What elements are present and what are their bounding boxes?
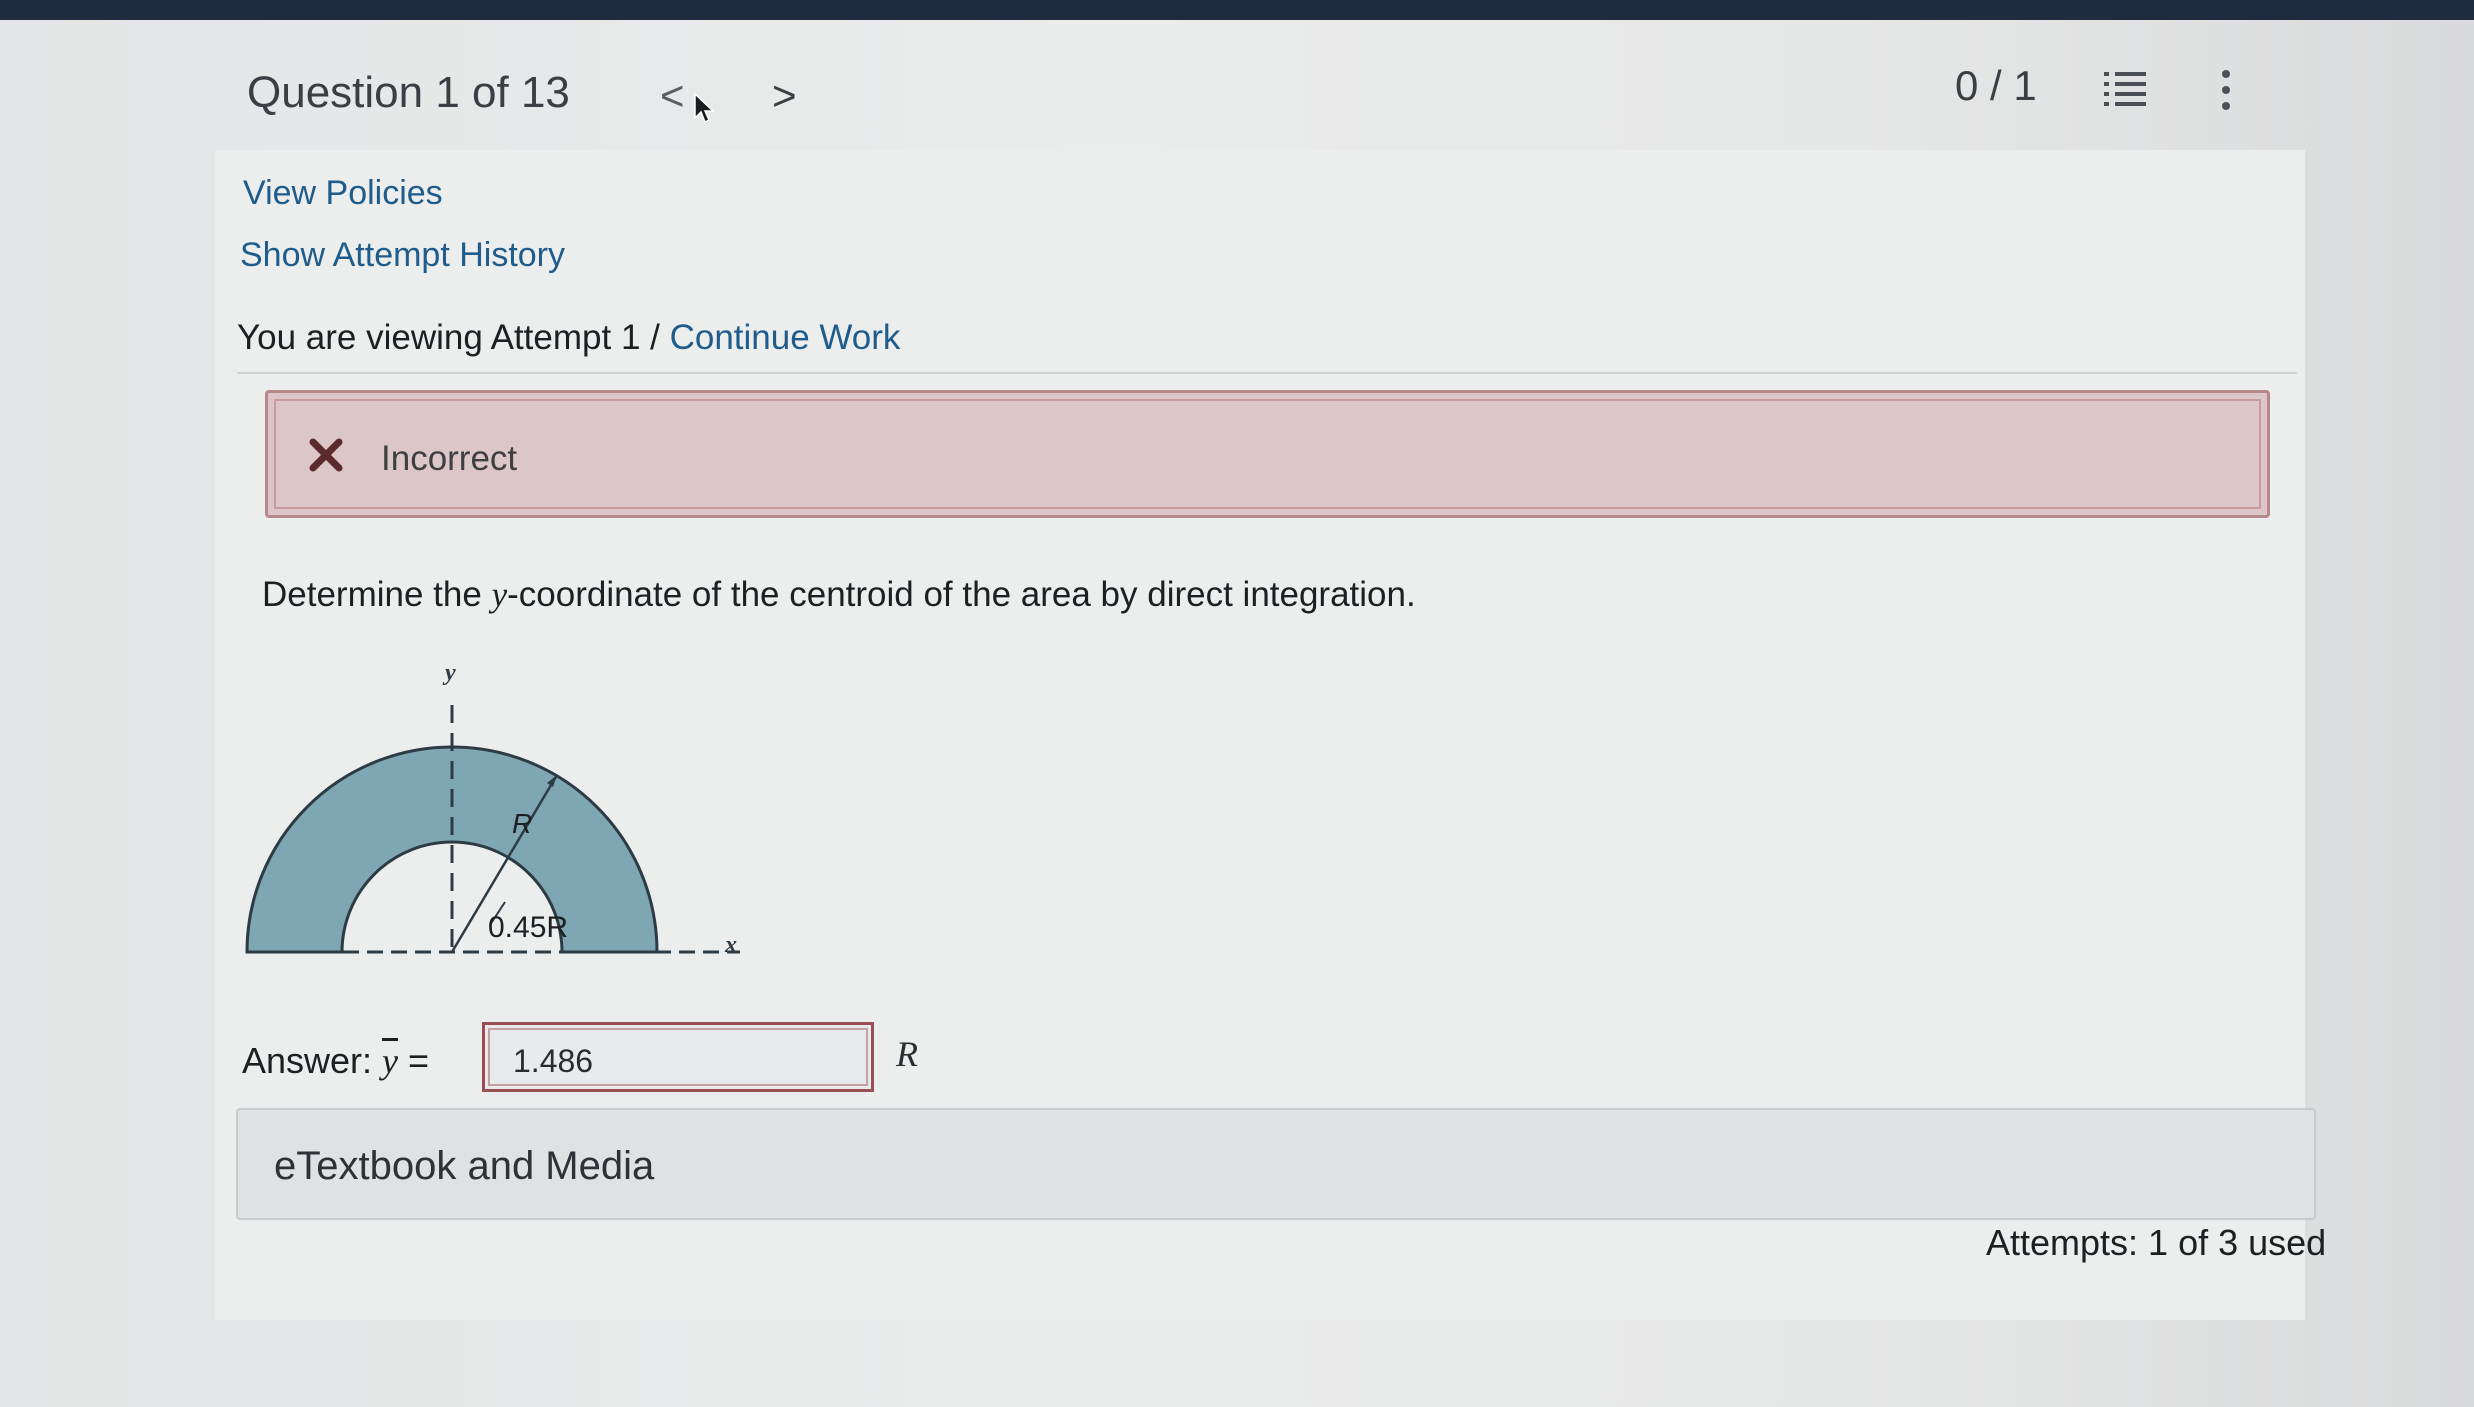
- y-axis-label: y: [442, 660, 456, 686]
- alert-status-text: Incorrect: [381, 439, 518, 478]
- question-suffix: -coordinate of the centroid of the area …: [507, 575, 1416, 614]
- x-axis-label: x: [724, 932, 737, 958]
- etextbook-media-button[interactable]: eTextbook and Media: [236, 1108, 2316, 1220]
- score-display: 0 / 1: [1955, 62, 2037, 109]
- mouse-cursor-icon: [694, 92, 715, 124]
- answer-equals: =: [398, 1040, 430, 1081]
- question-text: Determine the y-coordinate of the centro…: [262, 575, 1416, 615]
- inner-radius-label: 0.45R: [488, 911, 568, 944]
- y-bar-symbol: y: [382, 1041, 399, 1081]
- next-question-button[interactable]: >: [772, 72, 797, 120]
- outer-radius-label: R: [512, 808, 532, 839]
- view-policies-link[interactable]: View Policies: [243, 174, 443, 213]
- answer-label-prefix: Answer:: [242, 1040, 383, 1081]
- attempt-viewing-text: You are viewing Attempt 1 /: [237, 318, 670, 357]
- show-attempt-history-link[interactable]: Show Attempt History: [240, 236, 565, 275]
- divider: [237, 372, 2297, 374]
- more-options-icon[interactable]: [2216, 68, 2236, 112]
- question-counter: Question 1 of 13: [247, 68, 570, 117]
- answer-value: 1.486: [513, 1043, 594, 1079]
- question-variable: y: [491, 575, 508, 614]
- answer-unit: R: [896, 1034, 918, 1074]
- previous-question-button[interactable]: <: [660, 72, 685, 120]
- continue-work-link[interactable]: Continue Work: [670, 318, 901, 357]
- incorrect-x-icon: [309, 438, 343, 472]
- answer-label: Answer: y =: [242, 1040, 429, 1082]
- question-prefix: Determine the: [262, 575, 492, 614]
- attempt-status: You are viewing Attempt 1 / Continue Wor…: [237, 318, 900, 358]
- alert-border: [274, 399, 2261, 509]
- answer-input[interactable]: 1.486: [482, 1022, 874, 1092]
- attempts-counter: Attempts: 1 of 3 used: [1986, 1222, 2327, 1263]
- centroid-figure: y x R 0.45R: [245, 660, 740, 958]
- top-bar: [0, 0, 2474, 20]
- question-list-icon[interactable]: [2104, 70, 2148, 108]
- etextbook-media-label: eTextbook and Media: [274, 1144, 655, 1188]
- incorrect-alert: Incorrect: [265, 390, 2270, 518]
